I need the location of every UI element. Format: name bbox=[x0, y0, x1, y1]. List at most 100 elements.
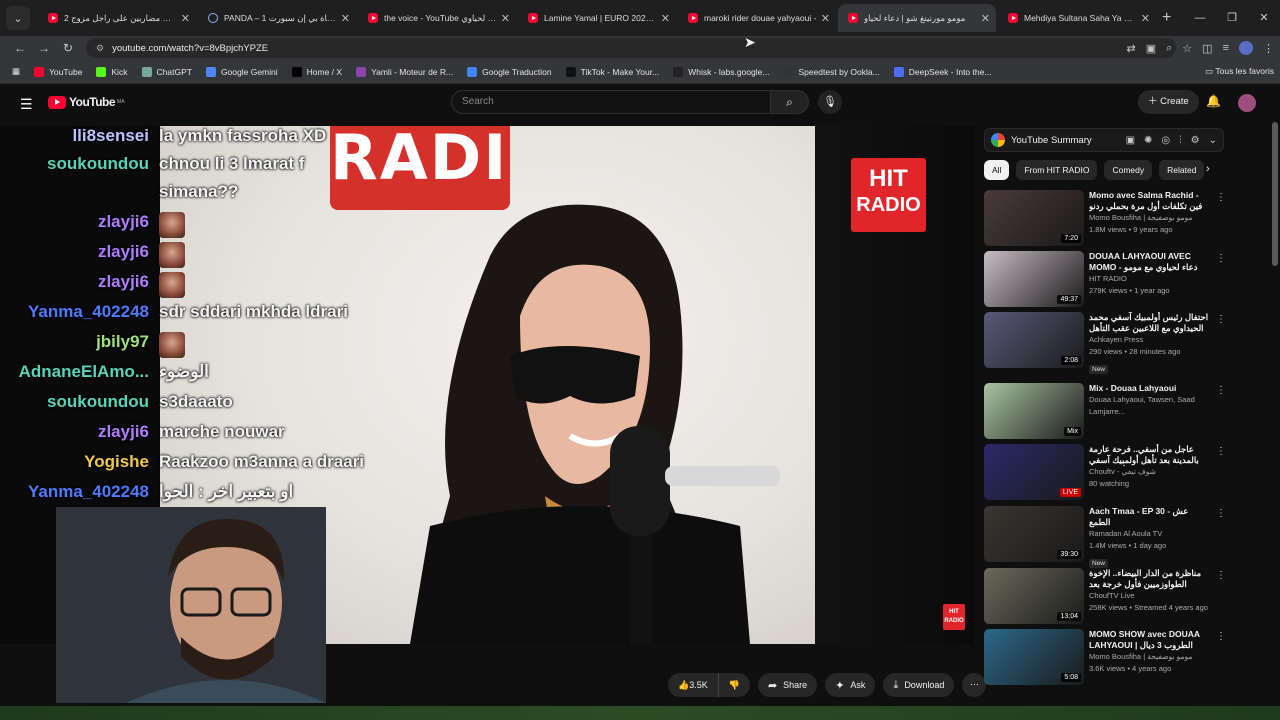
voice-search-button[interactable]: 🎙 bbox=[818, 90, 842, 114]
close-tab-icon[interactable]: ✕ bbox=[341, 12, 350, 25]
bookmark-item[interactable]: ChatGPT bbox=[141, 66, 192, 77]
filter-chip[interactable]: Comedy bbox=[1104, 160, 1153, 180]
minimize-button[interactable]: — bbox=[1184, 0, 1216, 36]
close-tab-icon[interactable]: ✕ bbox=[181, 12, 190, 25]
recommended-video[interactable]: 2:08 احتفال رئيس أولمبيك آسفي محمد الحيدا… bbox=[984, 312, 1224, 374]
recommended-video[interactable]: 13:04 مناظرة من الدار البيضاء.. الإخوة ال… bbox=[984, 568, 1224, 626]
video-title[interactable]: Aach Tmaa - EP 30 - عش الطمع bbox=[1089, 506, 1211, 528]
glasses-icon[interactable]: ◎ bbox=[1161, 135, 1170, 146]
close-window-button[interactable]: ✕ bbox=[1248, 0, 1280, 36]
more-options-icon[interactable]: ⋮ bbox=[1216, 192, 1224, 203]
new-tab-button[interactable]: + bbox=[1162, 9, 1171, 27]
video-thumbnail[interactable]: 13:04 bbox=[984, 568, 1084, 624]
video-title[interactable]: مناظرة من الدار البيضاء.. الإخوة الطواوز… bbox=[1089, 568, 1211, 590]
search-button[interactable]: ⌕ bbox=[771, 90, 809, 114]
more-options-icon[interactable]: ⋮ bbox=[1216, 508, 1224, 519]
browser-tab[interactable]: maroki rider douae yahyaoui - ✕ bbox=[678, 4, 836, 32]
close-tab-icon[interactable]: ✕ bbox=[661, 12, 670, 25]
more-options-icon[interactable]: ⋮ bbox=[1216, 570, 1224, 581]
apps-icon[interactable]: ▦ bbox=[12, 66, 20, 77]
bookmark-star-icon[interactable]: ☆ bbox=[1182, 42, 1192, 55]
bookmark-item[interactable]: Speedtest by Ookla... bbox=[783, 66, 880, 77]
close-tab-icon[interactable]: ✕ bbox=[821, 12, 830, 25]
video-thumbnail[interactable]: Mix bbox=[984, 383, 1084, 439]
account-avatar[interactable] bbox=[1238, 94, 1256, 112]
settings-gear-icon[interactable]: ⚙ bbox=[1191, 135, 1200, 146]
all-bookmarks[interactable]: ▭ Tous les favoris bbox=[1205, 66, 1274, 77]
browser-tab[interactable]: PANDA – 1 قناة بي إن سبورت – ✕ bbox=[198, 4, 356, 32]
video-thumbnail[interactable]: 39:30 bbox=[984, 506, 1084, 562]
bookmark-item[interactable]: TikTok - Make Your... bbox=[565, 66, 659, 77]
browser-tab[interactable]: Lamine Yamal | EURO 2024 Go ✕ bbox=[518, 4, 676, 32]
filter-chip[interactable]: From HIT RADIO bbox=[1016, 160, 1098, 180]
close-tab-icon[interactable]: ✕ bbox=[1141, 12, 1150, 25]
like-button[interactable]: 👍 3.5K bbox=[668, 673, 719, 697]
guide-menu-icon[interactable]: ☰ bbox=[20, 96, 33, 113]
filter-chip[interactable]: Related bbox=[1159, 160, 1205, 180]
bookmark-item[interactable]: Yamli - Moteur de R... bbox=[356, 66, 453, 77]
url-bar[interactable]: ⚙ youtube.com/watch?v=8vBpjchYPZE bbox=[86, 38, 1176, 58]
ask-button[interactable]: ✦ Ask bbox=[825, 673, 876, 697]
search-input[interactable]: Search bbox=[451, 90, 771, 114]
video-title[interactable]: عاجل من أسفي.. فرحة عارمة بالمدينة بعد ت… bbox=[1089, 444, 1211, 466]
bookmark-item[interactable]: YouTube bbox=[34, 66, 82, 77]
reload-icon[interactable]: ↻ bbox=[56, 41, 80, 55]
channel-name[interactable]: Momo Bousfiha | مومو بوصفيحة bbox=[1089, 651, 1211, 663]
video-thumbnail[interactable]: LIVE bbox=[984, 444, 1084, 500]
recommended-video[interactable]: 39:30 Aach Tmaa - EP 30 - عش الطمع Ramadan… bbox=[984, 506, 1224, 568]
restore-button[interactable]: ❐ bbox=[1216, 0, 1248, 36]
share-button[interactable]: ➦ Share bbox=[757, 673, 818, 697]
channel-name[interactable]: HIT RADIO bbox=[1089, 273, 1211, 285]
youtube-logo[interactable]: YouTube MA bbox=[48, 95, 125, 109]
chevron-right-icon[interactable]: › bbox=[1206, 163, 1210, 175]
channel-name[interactable]: Ramadan Al Aoula TV bbox=[1089, 528, 1211, 540]
more-options-icon[interactable]: ⋮ bbox=[1216, 446, 1224, 457]
bookmark-item[interactable]: Google Traduction bbox=[467, 66, 552, 77]
video-title[interactable]: احتفال رئيس أولمبيك آسفي محمد الحيداوي م… bbox=[1089, 312, 1211, 334]
cast-icon[interactable]: ▣ bbox=[1146, 42, 1156, 55]
more-options-icon[interactable]: ⋮ bbox=[1216, 631, 1224, 642]
profile-avatar[interactable] bbox=[1239, 41, 1253, 55]
notifications-bell-icon[interactable]: 🔔 bbox=[1206, 94, 1221, 108]
video-thumbnail[interactable]: 2:08 bbox=[984, 312, 1084, 368]
more-options-icon[interactable]: ⋮ bbox=[1216, 314, 1224, 325]
extensions-icon[interactable]: ◫ bbox=[1202, 42, 1212, 55]
filter-chip[interactable]: All bbox=[984, 160, 1010, 180]
channel-name[interactable]: Momo Bousfiha | مومو بوصفيحة bbox=[1089, 212, 1211, 224]
download-button[interactable]: ⤓ Download bbox=[883, 673, 955, 697]
site-info-icon[interactable]: ⚙ bbox=[96, 43, 104, 54]
openai-icon[interactable]: ✺ bbox=[1144, 135, 1152, 146]
dislike-button[interactable]: 👎 bbox=[719, 673, 750, 697]
video-title[interactable]: MOMO SHOW avec DOUAA LAHYAOUI | الطروب 3… bbox=[1089, 629, 1211, 651]
media-icon[interactable]: ≡ bbox=[1223, 42, 1229, 54]
video-title[interactable]: DOUAA LAHYAOUI AVEC MOMO - دعاء لحياوي م… bbox=[1089, 251, 1211, 273]
recommended-video[interactable]: LIVE عاجل من أسفي.. فرحة عارمة بالمدينة ب… bbox=[984, 444, 1224, 502]
more-options-icon[interactable]: ⋮ bbox=[1216, 253, 1224, 264]
chevron-down-icon[interactable]: ⌄ bbox=[1209, 135, 1217, 146]
translate-icon[interactable]: ⇄ bbox=[1127, 42, 1136, 55]
create-button[interactable]: ＋ Create bbox=[1138, 90, 1199, 114]
bookmark-item[interactable]: Google Gemini bbox=[205, 66, 278, 77]
channel-name[interactable]: Douaa Lahyaoui, Tawsen, Saad Lamjarre... bbox=[1089, 394, 1211, 418]
calendar-icon[interactable]: ▣ bbox=[1126, 135, 1135, 146]
channel-name[interactable]: Achkayen Press bbox=[1089, 334, 1211, 346]
video-title[interactable]: Mix - Douaa Lahyaoui bbox=[1089, 383, 1211, 394]
video-title[interactable]: Momo avec Salma Rachid - فين تكلفات أول … bbox=[1089, 190, 1211, 212]
channel-name[interactable]: Chouftv - شوف تيفي bbox=[1089, 466, 1211, 478]
video-thumbnail[interactable]: 7:20 bbox=[984, 190, 1084, 246]
tab-search-button[interactable]: ⌄ bbox=[6, 6, 30, 30]
recommended-video[interactable]: 5:08 MOMO SHOW avec DOUAA LAHYAOUI | الطر… bbox=[984, 629, 1224, 687]
video-thumbnail[interactable]: 5:08 bbox=[984, 629, 1084, 685]
more-options-icon[interactable]: ⋮ bbox=[1216, 385, 1224, 396]
bookmark-item[interactable]: Home / X bbox=[291, 66, 342, 77]
recommended-video[interactable]: 7:20 Momo avec Salma Rachid - فين تكلفات … bbox=[984, 190, 1224, 248]
channel-name[interactable]: ChoufTV Live bbox=[1089, 590, 1211, 602]
browser-menu-icon[interactable]: ⋮ bbox=[1263, 42, 1274, 55]
back-icon[interactable]: ← bbox=[8, 41, 32, 55]
recommended-video[interactable]: Mix Mix - Douaa Lahyaoui Douaa Lahyaoui, T… bbox=[984, 383, 1224, 441]
browser-tab[interactable]: مومو مورنينغ شو | دعاء لحياو ✕ bbox=[838, 4, 996, 32]
bookmark-item[interactable]: Whisk - labs.google... bbox=[673, 66, 769, 77]
close-tab-icon[interactable]: ✕ bbox=[501, 12, 510, 25]
browser-tab[interactable]: Mehdiya Sultana Saha Ya Saha ✕ bbox=[998, 4, 1156, 32]
waveform-icon[interactable]: ⫶ bbox=[1179, 135, 1182, 146]
